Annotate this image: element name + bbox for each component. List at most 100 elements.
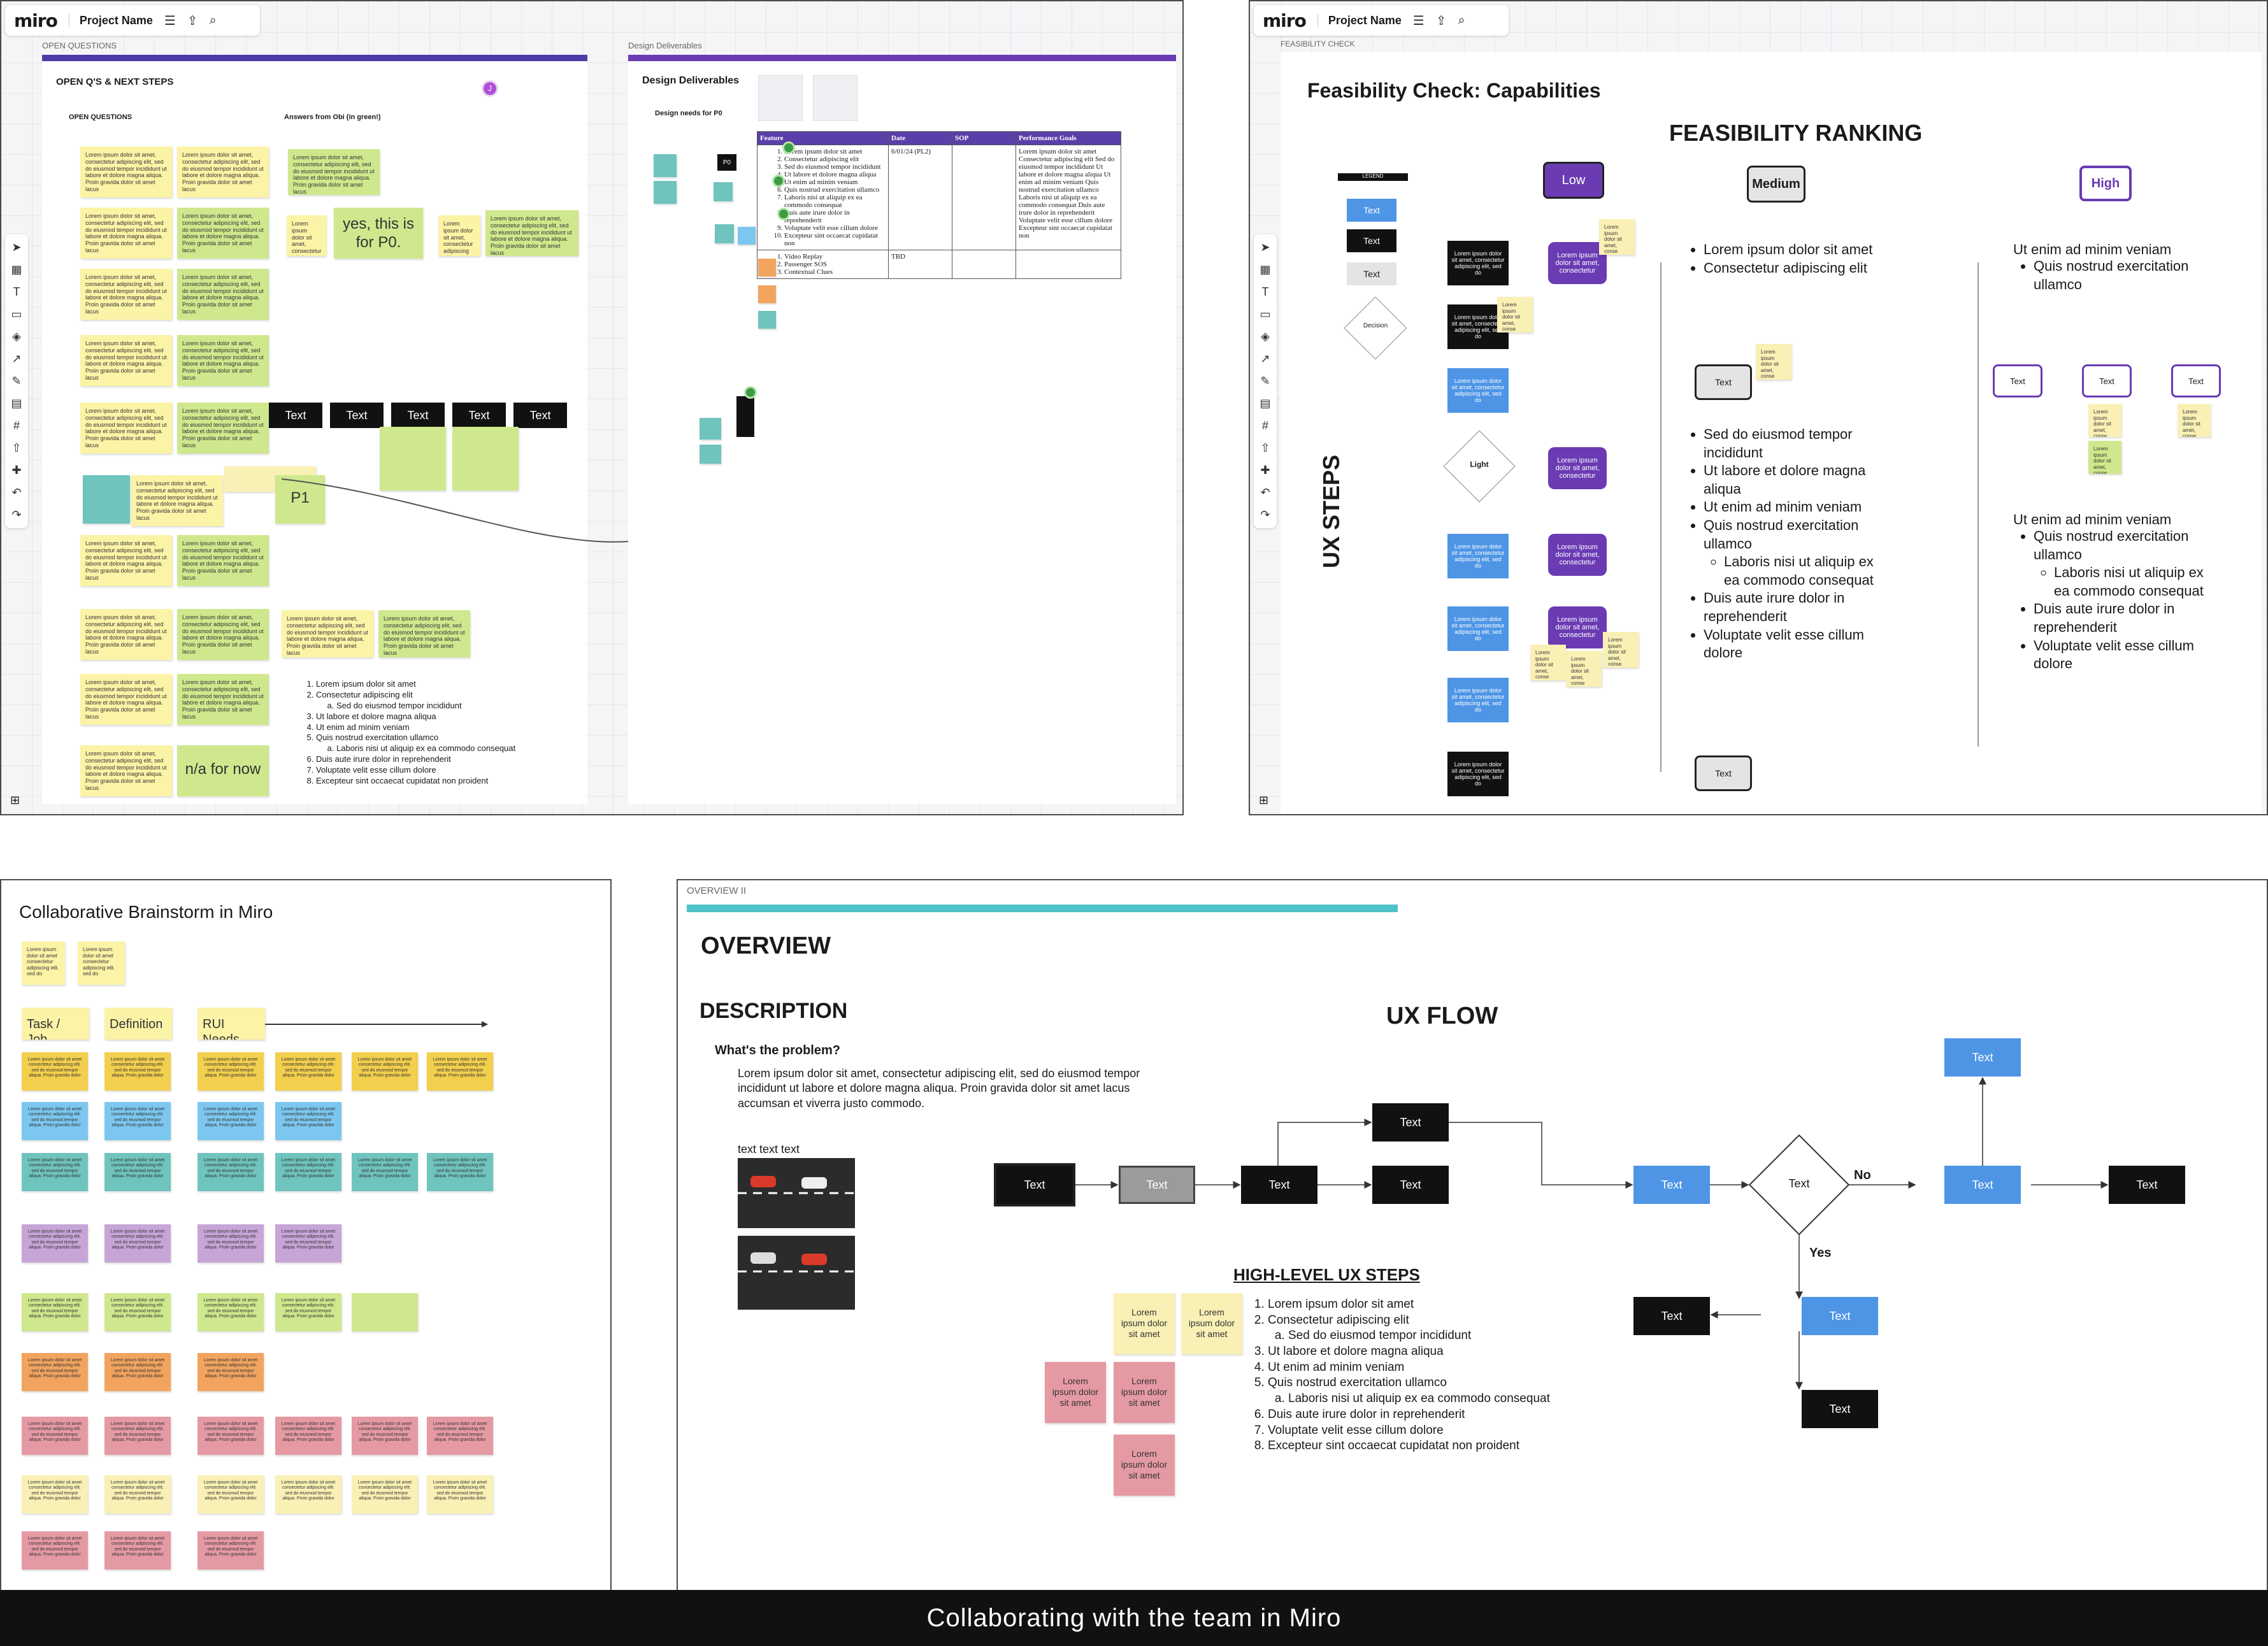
- column-header[interactable]: RUI Needs: [197, 1008, 265, 1040]
- brainstorm-sticky[interactable]: Lorem ipsum dolor sit amet consectetur a…: [197, 1153, 264, 1191]
- sticky-note-empty[interactable]: [700, 445, 721, 464]
- menu-icon[interactable]: ☰: [1413, 13, 1425, 29]
- frames-list-icon[interactable]: ⊞: [1259, 794, 1268, 807]
- pen-icon[interactable]: ✎: [11, 375, 21, 388]
- brainstorm-sticky[interactable]: Lorem ipsum dolor sit amet consectetur a…: [427, 1417, 493, 1455]
- low-item[interactable]: Lorem ipsum dolor sit amet, consectetur: [1548, 242, 1607, 284]
- sticky-note[interactable]: Lorem ipsum dolor sit amet, consectetur …: [282, 610, 373, 657]
- table-row[interactable]: Lorem ipsum dolor sit amet Consectetur a…: [757, 145, 1121, 250]
- sticky-note-icon[interactable]: ▭: [11, 308, 22, 321]
- add-icon[interactable]: ✚: [1260, 464, 1270, 477]
- text-tool-icon[interactable]: T: [13, 285, 20, 299]
- brainstorm-sticky[interactable]: Lorem ipsum dolor sit amet consectetur a…: [275, 1224, 341, 1263]
- sticky-note[interactable]: Lorem ipsum dolor sit amet, consectetur …: [131, 475, 223, 526]
- brainstorm-sticky[interactable]: Lorem ipsum dolor sit amet consectetur a…: [197, 1417, 264, 1455]
- share-icon[interactable]: ⇪: [1436, 13, 1447, 29]
- sticky-note[interactable]: Lorem ipsum dolor sit amet, consectetur …: [287, 215, 326, 256]
- brainstorm-sticky[interactable]: Lorem ipsum dolor sit amet consectetur a…: [275, 1052, 341, 1091]
- brainstorm-sticky[interactable]: Lorem ipsum dolor sit amet consectetur a…: [104, 1475, 171, 1514]
- sticky-note[interactable]: Lorem ipsum dolor sit amet, consectetur …: [80, 335, 172, 386]
- brainstorm-sticky[interactable]: Lorem ipsum dolor sit amet consectetur a…: [197, 1353, 264, 1391]
- brainstorm-sticky[interactable]: Lorem ipsum dolor sit amet consectetur a…: [22, 1102, 88, 1140]
- sticky-note-empty[interactable]: [83, 475, 130, 524]
- brainstorm-sticky[interactable]: Lorem ipsum dolor sit amet consectetur a…: [104, 1531, 171, 1570]
- frame-icon[interactable]: #: [1262, 419, 1268, 433]
- sticky-note-empty[interactable]: [700, 418, 721, 440]
- ux-step-box[interactable]: Lorem ipsum dolor sit amet, consectetur …: [1447, 368, 1509, 413]
- comment-marker[interactable]: [782, 141, 795, 154]
- connector-icon[interactable]: ↗: [11, 352, 21, 366]
- brainstorm-sticky[interactable]: Lorem ipsum dolor sit amet consectetur a…: [22, 1417, 88, 1455]
- ux-step-box[interactable]: Lorem ipsum dolor sit amet, consectetur …: [1447, 606, 1509, 651]
- sticky-note[interactable]: Lorem ipsum dolor sit amet, consectetur …: [177, 335, 269, 386]
- brainstorm-sticky[interactable]: [352, 1293, 418, 1331]
- sticky-note[interactable]: Lorem ipsum dolor sit amet, consectetur …: [80, 745, 172, 796]
- brainstorm-sticky[interactable]: Lorem ipsum dolor sit amet consectetur a…: [275, 1153, 341, 1191]
- brainstorm-sticky[interactable]: Lorem ipsum dolor sit amet consectetur a…: [275, 1102, 341, 1140]
- p0-badge[interactable]: P0: [717, 154, 736, 171]
- miro-logo[interactable]: miro: [1263, 10, 1307, 31]
- ux-step-box[interactable]: Lorem ipsum dolor sit amet, consectetur …: [1447, 678, 1509, 722]
- flow-step[interactable]: Text: [994, 1163, 1075, 1206]
- flow-step[interactable]: Text: [1372, 1103, 1449, 1141]
- flow-step[interactable]: Text: [1802, 1297, 1878, 1335]
- sticky-note[interactable]: Lorem ipsum dolor sit amet, conse: [2088, 404, 2121, 437]
- low-item[interactable]: Lorem ipsum dolor sit amet, consectetur: [1548, 606, 1607, 648]
- miro-logo[interactable]: miro: [14, 10, 58, 31]
- sticky-note[interactable]: Lorem ipsum dolor sit amet, conse: [1566, 651, 1602, 687]
- sticky-answer-yes[interactable]: yes, this is for P0.: [334, 208, 423, 259]
- brainstorm-sticky[interactable]: Lorem ipsum dolor sit amet consectetur a…: [22, 1353, 88, 1391]
- sticky-note[interactable]: Lorem ipsum dolor sit amet, consectetur …: [378, 610, 470, 657]
- sticky-note[interactable]: Lorem ipsum dolor sit amet, consectetur …: [177, 208, 269, 259]
- brainstorm-sticky[interactable]: Lorem ipsum dolor sit amet consectetur a…: [352, 1052, 418, 1091]
- brainstorm-sticky[interactable]: Lorem ipsum dolor sit amet consectetur a…: [352, 1475, 418, 1514]
- brainstorm-sticky[interactable]: Lorem ipsum dolor sit amet consectetur a…: [197, 1052, 264, 1091]
- brainstorm-sticky[interactable]: Lorem ipsum dolor sit amet consectetur a…: [352, 1153, 418, 1191]
- arrow-connector[interactable]: [265, 1018, 488, 1031]
- sticky-note[interactable]: Lorem ipsum dolor sit amet, consectetur …: [80, 609, 172, 660]
- comment-marker[interactable]: [744, 386, 757, 399]
- brainstorm-sticky[interactable]: Lorem ipsum dolor sit amet consectetur a…: [197, 1293, 264, 1331]
- flow-step[interactable]: Text: [1944, 1038, 2021, 1077]
- sticky-note[interactable]: Lorem ipsum dolor sit amet, consectetur …: [80, 147, 172, 197]
- table-row[interactable]: Video Replay Passenger SOS Contextual Cl…: [757, 250, 1121, 279]
- sticky-note[interactable]: Lorem ipsum dolor sit amet, consectetur …: [288, 149, 380, 195]
- rank-low[interactable]: Low: [1543, 162, 1604, 199]
- ux-step-box[interactable]: Lorem ipsum dolor sit amet, consectetur …: [1447, 241, 1509, 285]
- brainstorm-sticky[interactable]: Lorem ipsum dolor sit amet consectetur a…: [22, 1052, 88, 1091]
- connector-icon[interactable]: ↗: [1260, 352, 1270, 366]
- redo-icon[interactable]: ↷: [11, 508, 21, 522]
- high-text-box[interactable]: Text: [2171, 364, 2221, 397]
- shapes-icon[interactable]: ◈: [12, 330, 21, 343]
- low-item[interactable]: Lorem ipsum dolor sit amet, consectetur: [1548, 447, 1607, 489]
- sticky-note[interactable]: Lorem ipsum dolor sit amet, conse: [2088, 441, 2121, 474]
- sticky-note[interactable]: Lorem ipsum dolor sit amet, consectetur …: [80, 403, 172, 454]
- frame-icon[interactable]: #: [13, 419, 20, 433]
- project-name[interactable]: Project Name: [68, 13, 153, 27]
- rank-high[interactable]: High: [2079, 166, 2132, 201]
- brainstorm-sticky[interactable]: Lorem ipsum dolor sit amet consectetur a…: [104, 1293, 171, 1331]
- sticky-note[interactable]: Lorem ipsum dolor sit amet, consectetur …: [177, 674, 269, 725]
- sticky-note[interactable]: Lorem ipsum dolor sit amet, consectetur …: [177, 403, 269, 454]
- sticky-note[interactable]: Lorem ipsum dolor sit amet, conse: [1603, 632, 1639, 668]
- ux-step-box[interactable]: Lorem ipsum dolor sit amet, consectetur …: [1447, 752, 1509, 796]
- brainstorm-sticky[interactable]: Lorem ipsum dolor sit amet consectetur a…: [104, 1417, 171, 1455]
- brainstorm-sticky[interactable]: Lorem ipsum dolor sit amet consectetur a…: [22, 1531, 88, 1570]
- upload-icon[interactable]: ⇧: [1260, 441, 1270, 455]
- project-name[interactable]: Project Name: [1317, 13, 1402, 27]
- brainstorm-sticky[interactable]: Lorem ipsum dolor sit amet consectetur a…: [197, 1531, 264, 1570]
- comment-icon[interactable]: ▤: [11, 397, 22, 410]
- select-icon[interactable]: ➤: [1260, 241, 1270, 254]
- sticky-note[interactable]: Lorem ipsum dolor sit amet, consectetur …: [80, 674, 172, 725]
- sticky-note[interactable]: Lorem ipsum dolor sit amet, consectetur …: [177, 535, 269, 586]
- doc-thumbnail[interactable]: [813, 75, 858, 121]
- text-tool-icon[interactable]: T: [1262, 285, 1269, 299]
- brainstorm-sticky[interactable]: Lorem ipsum dolor sit amet consectetur a…: [22, 1475, 88, 1514]
- flow-step[interactable]: Text: [1241, 1166, 1317, 1204]
- upload-icon[interactable]: ⇧: [11, 441, 21, 455]
- sticky-note[interactable]: Lorem ipsum dolor sit amet: [1181, 1293, 1242, 1354]
- low-item[interactable]: Lorem ipsum dolor sit amet, consectetur: [1548, 534, 1607, 576]
- brainstorm-sticky[interactable]: Lorem ipsum dolor sit amet consectetur a…: [104, 1102, 171, 1140]
- sticky-note[interactable]: Lorem ipsum dolor sit amet, conse: [1530, 645, 1566, 680]
- sticky-note-empty[interactable]: [758, 285, 776, 303]
